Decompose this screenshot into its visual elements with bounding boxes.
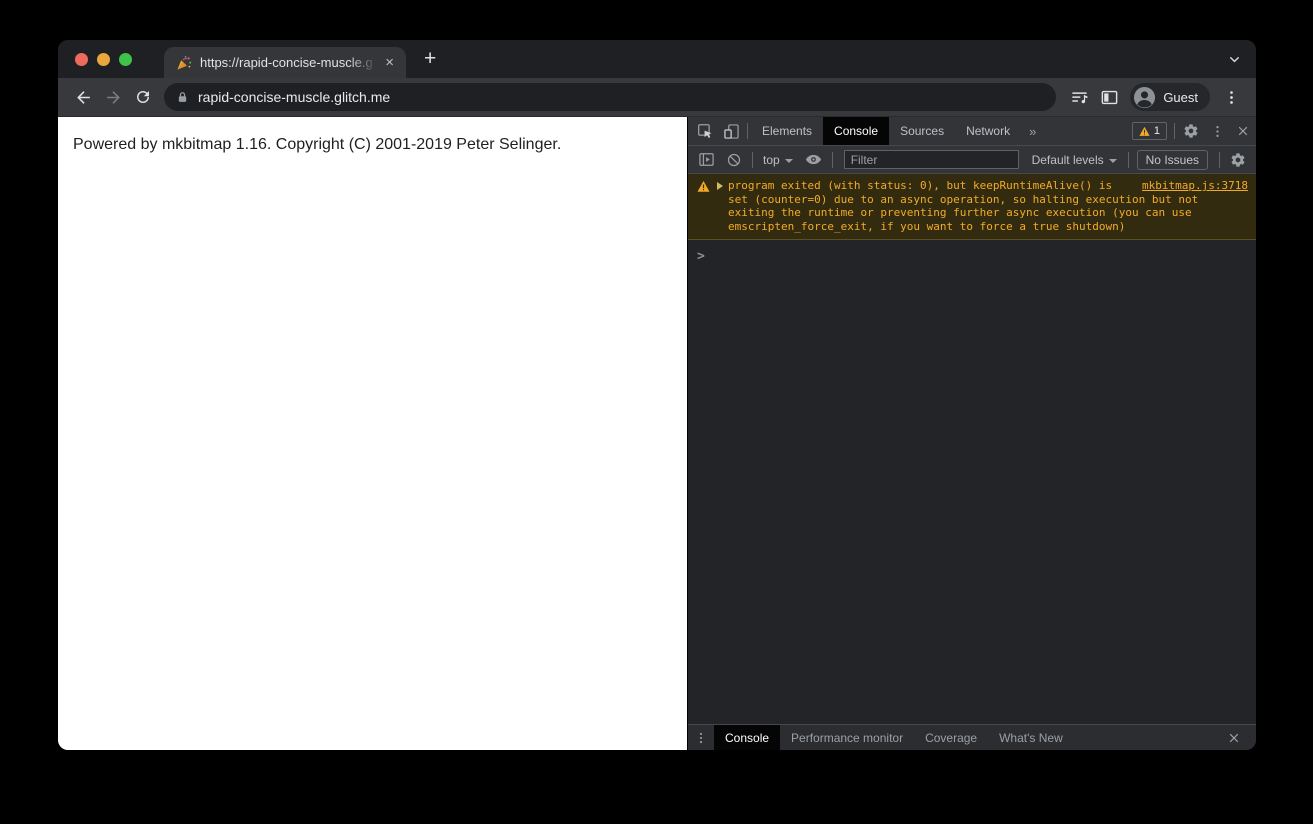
console-prompt[interactable]: >	[688, 240, 1256, 265]
address-bar[interactable]: rapid-concise-muscle.glitch.me	[164, 83, 1057, 111]
warning-count: 1	[1153, 125, 1160, 137]
fullscreen-window-button[interactable]	[119, 52, 132, 66]
browser-tab[interactable]: https://rapid-concise-muscle.g ×	[164, 47, 406, 78]
url-text: rapid-concise-muscle.glitch.me	[198, 89, 391, 105]
devtools-tab-network[interactable]: Network	[955, 117, 1021, 145]
clear-console-icon[interactable]	[721, 146, 747, 173]
tab-title: https://rapid-concise-muscle.g	[200, 55, 373, 70]
devtools-tabbar: Elements Console Sources Network » 1	[688, 117, 1256, 146]
devtools-tab-sources[interactable]: Sources	[889, 117, 955, 145]
inspect-element-icon[interactable]	[692, 117, 718, 145]
prompt-chevron-icon: >	[697, 249, 705, 264]
lock-icon	[178, 92, 187, 102]
drawer-close-icon[interactable]	[1221, 725, 1247, 750]
drawer-menu-icon[interactable]	[688, 725, 714, 750]
page-body-text: Powered by mkbitmap 1.16. Copyright (C) …	[73, 136, 562, 153]
browser-window: https://rapid-concise-muscle.g × + rapid…	[58, 40, 1256, 750]
log-levels-selector[interactable]: Default levels	[1032, 153, 1104, 167]
new-tab-button[interactable]: +	[418, 47, 442, 71]
window-controls	[75, 52, 132, 66]
drawer-tab-whats-new[interactable]: What's New	[988, 725, 1074, 750]
console-messages: mkbitmap.js:3718 program exited (with sta…	[688, 174, 1256, 724]
more-tabs-icon[interactable]: »	[1021, 124, 1044, 139]
filter-input[interactable]	[843, 150, 1019, 169]
profile-label: Guest	[1163, 89, 1198, 105]
side-panel-icon[interactable]	[1094, 82, 1124, 112]
tab-strip: https://rapid-concise-muscle.g × +	[58, 40, 1256, 78]
issues-counter[interactable]: No Issues	[1136, 149, 1208, 170]
console-settings-gear-icon[interactable]	[1225, 146, 1251, 173]
reload-button[interactable]	[128, 82, 158, 112]
context-selector[interactable]: top	[763, 153, 780, 167]
devtools-settings-gear-icon[interactable]	[1178, 117, 1204, 145]
live-expression-eye-icon[interactable]	[801, 146, 827, 173]
levels-dropdown-arrow-icon	[1108, 158, 1117, 163]
warning-triangle-icon	[1139, 126, 1150, 136]
console-warning-message[interactable]: mkbitmap.js:3718 program exited (with sta…	[688, 174, 1256, 240]
console-toolbar: top Default levels No Issues	[688, 146, 1256, 174]
devtools-menu-icon[interactable]	[1204, 117, 1230, 145]
devtools-panel: Elements Console Sources Network » 1 top…	[687, 117, 1256, 750]
context-dropdown-arrow-icon	[784, 158, 793, 163]
device-toolbar-icon[interactable]	[718, 117, 744, 145]
drawer-tab-console[interactable]: Console	[714, 725, 781, 750]
warning-message-text: program exited (with status: 0), but kee…	[728, 179, 1199, 233]
minimize-window-button[interactable]	[97, 52, 110, 66]
devtools-tab-elements[interactable]: Elements	[751, 117, 823, 145]
close-window-button[interactable]	[75, 52, 88, 66]
devtools-drawer: Console Performance monitor Coverage Wha…	[688, 724, 1256, 750]
devtools-tab-console[interactable]: Console	[823, 117, 890, 145]
back-button[interactable]	[68, 82, 98, 112]
web-page: Powered by mkbitmap 1.16. Copyright (C) …	[58, 117, 687, 750]
expand-message-icon[interactable]	[717, 182, 723, 190]
warning-count-badge[interactable]: 1	[1131, 122, 1167, 140]
party-popper-icon	[177, 55, 192, 69]
tab-search-chevron-icon[interactable]	[1227, 52, 1242, 67]
browser-toolbar: rapid-concise-muscle.glitch.me Guest	[58, 78, 1256, 117]
tab-close-icon[interactable]: ×	[381, 53, 398, 72]
drawer-tab-coverage[interactable]: Coverage	[914, 725, 988, 750]
avatar	[1134, 86, 1156, 108]
forward-button[interactable]	[98, 82, 128, 112]
devtools-close-icon[interactable]	[1230, 117, 1256, 145]
browser-menu-icon[interactable]	[1216, 82, 1246, 112]
drawer-tab-performance-monitor[interactable]: Performance monitor	[780, 725, 914, 750]
profile-button[interactable]: Guest	[1130, 83, 1210, 111]
source-location-link[interactable]: mkbitmap.js:3718	[1142, 179, 1248, 193]
media-controls-icon[interactable]	[1064, 82, 1094, 112]
console-sidebar-icon[interactable]	[693, 146, 719, 173]
warning-triangle-icon	[697, 180, 710, 192]
